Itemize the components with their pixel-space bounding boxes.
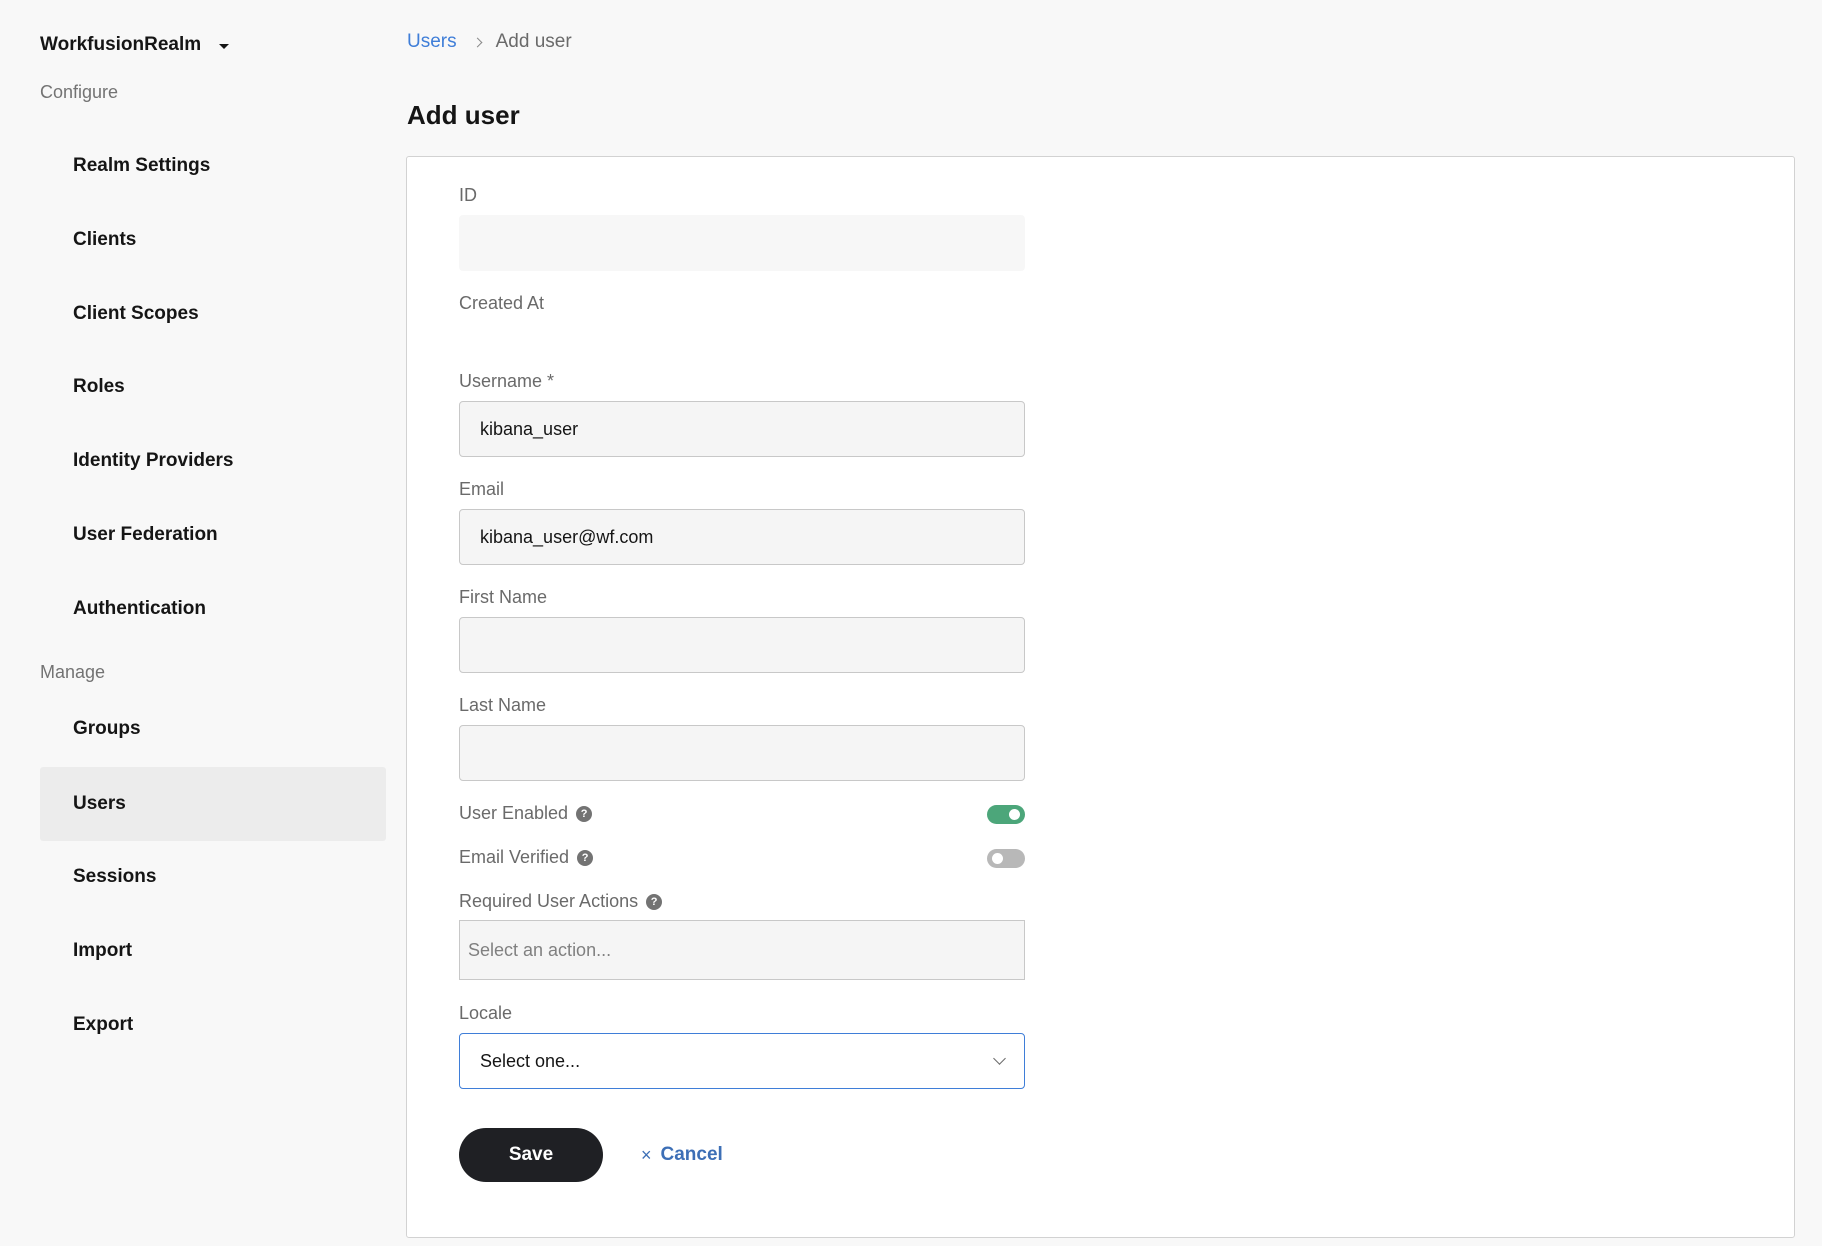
sidebar-item-label: Import — [73, 940, 133, 961]
user-enabled-label: User Enabled ? — [459, 803, 593, 824]
locale-label: Locale — [459, 1003, 513, 1023]
section-label-configure: Configure — [40, 82, 119, 102]
sidebar-item-label: Identity Providers — [73, 450, 234, 471]
sidebar-item-client-scopes[interactable]: Client Scopes — [40, 277, 386, 351]
sidebar-item-label: Users — [73, 793, 126, 814]
email-field[interactable] — [459, 509, 1025, 565]
breadcrumb-current: Add user — [495, 31, 572, 52]
sidebar-item-label: Export — [73, 1014, 134, 1035]
required-actions-select[interactable]: Select an action... — [459, 920, 1025, 980]
user-enabled-text: User Enabled — [459, 803, 569, 823]
sidebar-item-label: Groups — [73, 718, 141, 739]
required-actions-label: Required User Actions ? — [459, 891, 663, 912]
email-verified-toggle[interactable] — [987, 849, 1025, 868]
sidebar: WorkfusionRealm Configure Realm Settings… — [0, 0, 400, 1246]
sidebar-item-label: Authentication — [73, 598, 206, 619]
id-field — [459, 215, 1025, 271]
save-button[interactable]: Save — [459, 1128, 603, 1182]
toggle-knob — [1009, 809, 1020, 820]
sidebar-item-label: Client Scopes — [73, 303, 199, 324]
page-title: Add user — [407, 100, 520, 130]
help-icon[interactable]: ? — [646, 893, 663, 910]
sidebar-item-groups[interactable]: Groups — [40, 692, 386, 766]
id-label: ID — [459, 185, 477, 205]
sidebar-item-roles[interactable]: Roles — [40, 350, 386, 424]
sidebar-item-realm-settings[interactable]: Realm Settings — [40, 129, 386, 203]
sidebar-item-label: Realm Settings — [73, 155, 211, 176]
sidebar-item-label: Sessions — [73, 866, 157, 887]
breadcrumb: Users Add user — [407, 31, 572, 53]
locale-selected-value: Select one... — [480, 1050, 581, 1071]
required-actions-text: Required User Actions — [459, 891, 639, 911]
chevron-down-icon — [993, 1052, 1006, 1065]
realm-name: WorkfusionRealm — [40, 34, 202, 55]
username-label: Username * — [459, 371, 555, 391]
cancel-label: Cancel — [660, 1144, 723, 1165]
help-icon[interactable]: ? — [577, 849, 594, 866]
section-label-manage: Manage — [40, 662, 106, 682]
first-name-label: First Name — [459, 587, 548, 607]
required-actions-placeholder: Select an action... — [468, 939, 612, 960]
sidebar-item-clients[interactable]: Clients — [40, 203, 386, 277]
locale-select[interactable]: Select one... — [459, 1033, 1025, 1089]
email-verified-text: Email Verified — [459, 847, 570, 867]
sidebar-item-label: Clients — [73, 229, 137, 250]
toggle-knob — [992, 853, 1003, 864]
username-field[interactable] — [459, 401, 1025, 457]
email-verified-label: Email Verified ? — [459, 847, 594, 868]
email-label: Email — [459, 479, 505, 499]
realm-selector[interactable]: WorkfusionRealm — [40, 34, 230, 56]
sidebar-item-user-federation[interactable]: User Federation — [40, 498, 386, 572]
breadcrumb-link-users[interactable]: Users — [407, 31, 457, 53]
sidebar-item-identity-providers[interactable]: Identity Providers — [40, 424, 386, 498]
created-at-label: Created At — [459, 293, 545, 313]
caret-down-icon — [219, 44, 230, 49]
close-icon: × — [641, 1144, 652, 1165]
last-name-label: Last Name — [459, 695, 547, 715]
chevron-right-icon — [472, 37, 483, 47]
user-enabled-toggle[interactable] — [987, 805, 1025, 824]
sidebar-item-authentication[interactable]: Authentication — [40, 572, 386, 646]
sidebar-item-users[interactable]: Users — [40, 767, 386, 841]
sidebar-item-sessions[interactable]: Sessions — [40, 840, 386, 914]
sidebar-item-label: User Federation — [73, 524, 218, 545]
help-icon[interactable]: ? — [576, 805, 593, 822]
main-content: Users Add user Add user ID Created At Us… — [406, 0, 1822, 1246]
first-name-field[interactable] — [459, 617, 1025, 673]
last-name-field[interactable] — [459, 725, 1025, 781]
add-user-form: ID Created At Username * Email First Nam… — [406, 156, 1795, 1238]
sidebar-item-export[interactable]: Export — [40, 988, 386, 1062]
cancel-button[interactable]: × Cancel — [641, 1142, 723, 1168]
sidebar-item-label: Roles — [73, 376, 125, 397]
sidebar-item-import[interactable]: Import — [40, 914, 386, 988]
